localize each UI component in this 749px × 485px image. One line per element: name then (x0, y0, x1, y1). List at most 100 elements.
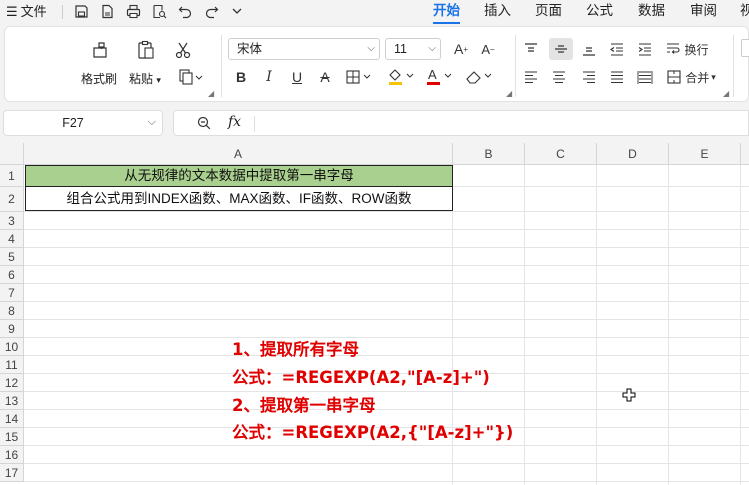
name-box[interactable]: F27 ⌵ (3, 110, 163, 136)
justify-icon[interactable] (607, 67, 627, 87)
fill-color-icon[interactable] (385, 65, 419, 89)
cut-icon[interactable] (172, 39, 194, 61)
alignment-expand-icon[interactable]: ◢ (723, 89, 729, 98)
chevron-down-icon[interactable] (228, 2, 246, 20)
borders-icon[interactable] (344, 67, 376, 87)
print-preview-icon[interactable] (150, 2, 168, 20)
underline-icon[interactable]: U (288, 67, 306, 87)
column-header-e[interactable]: E (669, 143, 741, 165)
column-header-c[interactable]: C (525, 143, 597, 165)
italic-icon[interactable]: I (260, 67, 278, 87)
row-header-11[interactable]: 11 (0, 356, 24, 374)
chevron-down-icon: ⌵ (367, 43, 375, 54)
paste-menu[interactable]: 粘贴 ▾ (129, 70, 161, 87)
cell-a1-title[interactable]: 从无规律的文本数据中提取第一串字母 (25, 165, 453, 187)
tab-page[interactable]: 页面 (535, 2, 562, 22)
row-header-9[interactable]: 9 (0, 320, 24, 338)
bold-icon[interactable]: B (232, 67, 250, 87)
svg-text:A: A (428, 67, 437, 82)
column-gridline (524, 165, 525, 485)
clipboard-expand-icon[interactable]: ◢ (208, 89, 214, 98)
zoom-icon[interactable] (196, 115, 212, 136)
tab-review[interactable]: 审阅 (690, 2, 717, 22)
note-line-1[interactable]: 1、提取所有字母 (232, 336, 359, 360)
row-header-15[interactable]: 15 (0, 428, 24, 446)
row-header-7[interactable]: 7 (0, 284, 24, 302)
increase-indent-icon[interactable] (635, 39, 655, 59)
name-box-value: F27 (62, 116, 84, 130)
formula-bar: F27 ⌵ fx (0, 108, 749, 138)
font-expand-icon[interactable]: ◢ (506, 89, 512, 98)
menu-bar: ☰ 文件 开始 插入 页面 公式 数据 审阅 视 (0, 0, 749, 24)
row-header-8[interactable]: 8 (0, 302, 24, 320)
distributed-icon[interactable] (635, 67, 655, 87)
paste-icon[interactable] (135, 39, 157, 61)
note-line-2[interactable]: 公式：=REGEXP(A2,"[A-z]+") (232, 364, 490, 388)
decrease-indent-icon[interactable] (607, 39, 627, 59)
row-header-4[interactable]: 4 (0, 230, 24, 248)
tab-view[interactable]: 视 (740, 2, 749, 22)
font-size-combo[interactable]: 11 ⌵ (385, 38, 441, 60)
wrap-text-label: 换行 (684, 42, 709, 57)
format-painter-icon[interactable] (89, 39, 111, 61)
column-header-f[interactable] (741, 143, 749, 165)
tab-insert[interactable]: 插入 (484, 2, 511, 22)
font-name-combo[interactable]: 宋体 ⌵ (228, 38, 380, 60)
row-header-14[interactable]: 14 (0, 410, 24, 428)
row-header-6[interactable]: 6 (0, 266, 24, 284)
align-center-icon[interactable] (549, 67, 569, 87)
row-gridline (24, 409, 749, 410)
tab-data[interactable]: 数据 (638, 2, 665, 22)
row-header-17[interactable]: 17 (0, 464, 24, 482)
row-header-12[interactable]: 12 (0, 374, 24, 392)
cell-a2-description[interactable]: 组合公式用到INDEX函数、MAX函数、IF函数、ROW函数 (25, 186, 453, 211)
column-gridline (596, 165, 597, 485)
align-left-icon[interactable] (521, 67, 541, 87)
undo-icon[interactable] (176, 2, 194, 20)
export-pdf-icon[interactable] (98, 2, 116, 20)
wrap-text-button[interactable]: 换行 (661, 39, 713, 59)
copy-icon[interactable] (176, 67, 206, 87)
align-middle-icon[interactable] (549, 38, 573, 60)
column-header-b[interactable]: B (453, 143, 525, 165)
row-header-10[interactable]: 10 (0, 338, 24, 356)
chevron-down-icon: ⌵ (428, 43, 436, 54)
row-header-13[interactable]: 13 (0, 392, 24, 410)
decrease-font-icon[interactable]: A − (479, 39, 497, 59)
row-gridline (24, 211, 749, 212)
file-menu-label: 文件 (20, 4, 47, 19)
row-header-2[interactable]: 2 (0, 187, 24, 212)
row-gridline (24, 283, 749, 284)
save-icon[interactable] (72, 2, 90, 20)
row-header-3[interactable]: 3 (0, 212, 24, 230)
note-line-3[interactable]: 2、提取第一串字母 (232, 392, 375, 416)
row-header-16[interactable]: 16 (0, 446, 24, 464)
font-color-icon[interactable]: A (423, 65, 457, 89)
print-icon[interactable] (124, 2, 142, 20)
align-bottom-icon[interactable] (579, 39, 599, 59)
fx-icon[interactable]: fx (228, 114, 241, 130)
increase-font-icon[interactable]: A + (452, 39, 470, 59)
file-menu[interactable]: ☰ 文件 (6, 3, 47, 21)
column-header-a[interactable]: A (24, 143, 453, 165)
row-header-5[interactable]: 5 (0, 248, 24, 266)
row-gridline (24, 445, 749, 446)
tab-formulas[interactable]: 公式 (586, 2, 613, 22)
merge-button[interactable]: 合并 ▾ (661, 67, 721, 87)
formula-area[interactable]: fx (173, 110, 749, 136)
ribbon-overflow-combo[interactable] (741, 39, 749, 57)
sheet-grid[interactable]: ABCDE 1 2 3 4 5 6 7 8 9 10 11 12 13 14 15 16 17 从无规律的文本数… (0, 143, 749, 485)
align-right-icon[interactable] (579, 67, 599, 87)
row-header-1[interactable]: 1 (0, 165, 24, 187)
redo-icon[interactable] (202, 2, 220, 20)
format-painter-label[interactable]: 格式刷 (81, 70, 117, 87)
column-header-d[interactable]: D (597, 143, 669, 165)
note-line-4[interactable]: 公式：=REGEXP(A2,{"[A-z]+"}) (232, 419, 513, 443)
cell-cursor-icon (622, 388, 636, 402)
align-top-icon[interactable] (521, 39, 541, 59)
tab-home[interactable]: 开始 (433, 2, 460, 24)
hamburger-icon: ☰ (6, 4, 18, 19)
strikethrough-icon[interactable]: A (316, 67, 334, 87)
eraser-icon[interactable] (463, 65, 497, 89)
select-all-corner[interactable] (0, 143, 24, 165)
